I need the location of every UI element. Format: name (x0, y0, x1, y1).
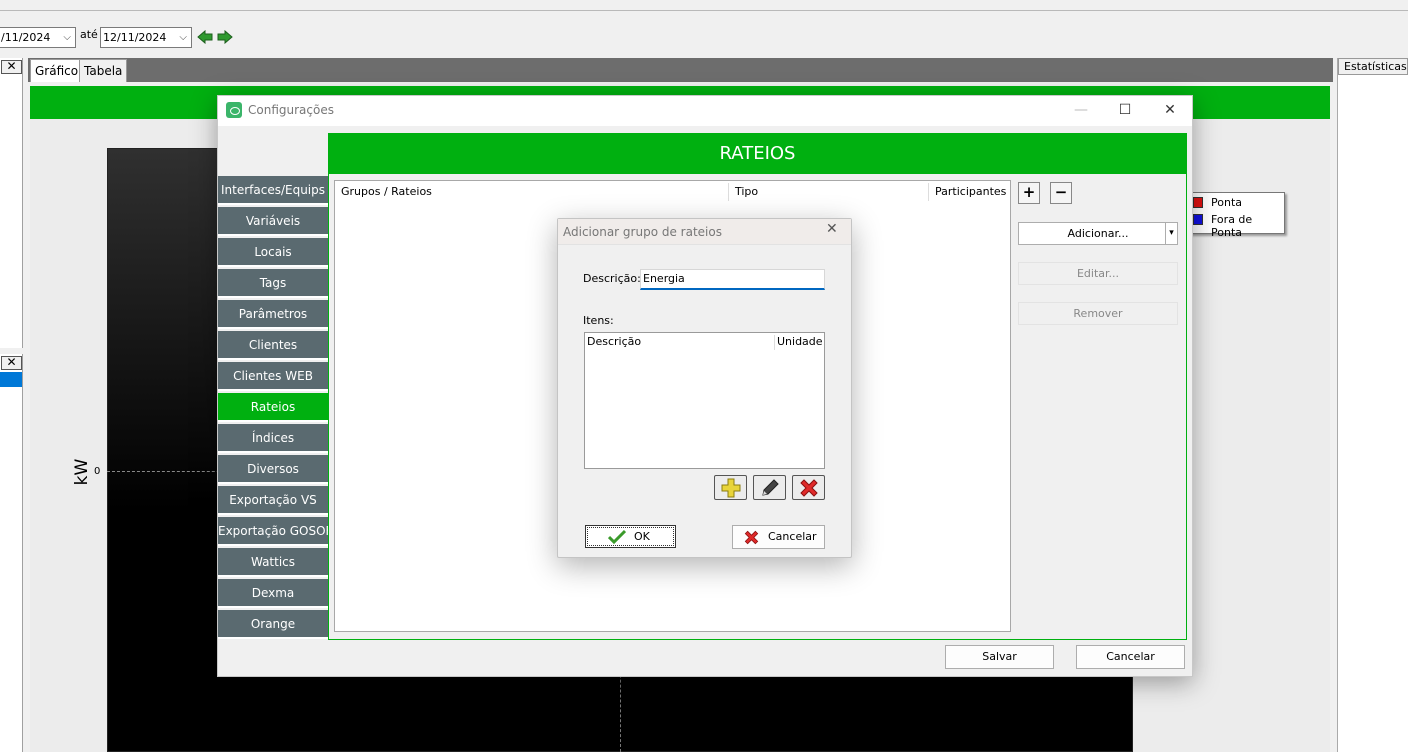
dialog-title: Adicionar grupo de rateios (563, 225, 722, 239)
maximize-button[interactable]: ☐ (1105, 100, 1145, 122)
nav-item[interactable]: Interfaces/Equips (218, 176, 328, 205)
left-panel-bottom (0, 354, 23, 752)
window-titlebar: Configurações — ☐ ✕ (218, 96, 1192, 126)
collapse-all-button[interactable]: − (1050, 182, 1072, 204)
arrow-left-icon[interactable] (197, 30, 213, 44)
legend-swatch-fora-de-ponta (1193, 214, 1203, 225)
nav-item[interactable]: Rateios (218, 393, 328, 422)
column-header-participantes[interactable]: Participantes (929, 183, 1009, 201)
nav-item[interactable]: Locais (218, 238, 328, 267)
chart-legend: Ponta Fora de Ponta (1186, 192, 1285, 239)
minimize-button[interactable]: — (1061, 100, 1101, 122)
column-header-grupos[interactable]: Grupos / Rateios (335, 183, 729, 201)
chevron-down-icon[interactable]: ⌵ (63, 28, 71, 47)
selected-row[interactable] (0, 372, 22, 387)
dialog-cancel-label: Cancelar (768, 530, 817, 543)
nav-item[interactable]: Clientes (218, 331, 328, 360)
nav-item[interactable]: Wattics (218, 548, 328, 577)
chevron-down-icon[interactable]: ⌵ (179, 28, 187, 47)
nav-item[interactable]: Índices (218, 424, 328, 453)
window-title: Configurações (248, 103, 334, 117)
nav-item[interactable]: Clientes WEB (218, 362, 328, 391)
delete-item-button[interactable] (792, 475, 825, 500)
nav-item[interactable]: Exportação VS (218, 486, 328, 515)
column-header-unidade[interactable]: Unidade (777, 335, 823, 350)
ok-button[interactable]: OK (585, 525, 676, 548)
column-header-descricao[interactable]: Descrição (587, 335, 775, 350)
stats-panel (1337, 58, 1408, 752)
red-x-icon (744, 530, 759, 545)
descricao-input[interactable]: Energia (640, 269, 825, 290)
top-separator (0, 10, 1408, 11)
date-to-picker[interactable]: 12/11/2024 ⌵ (100, 27, 192, 48)
plus-icon (721, 478, 740, 498)
dialog-titlebar: Adicionar grupo de rateios ✕ (558, 219, 851, 245)
close-panel-button[interactable]: ✕ (1, 60, 22, 74)
nav-item[interactable]: Variáveis (218, 207, 328, 236)
expand-all-button[interactable]: + (1018, 182, 1040, 204)
legend-swatch-ponta (1193, 197, 1203, 208)
pencil-icon (761, 479, 779, 496)
nav-item[interactable]: Exportação GOSOFT (218, 517, 328, 546)
y-tick-label: 0 (94, 466, 101, 477)
remove-button[interactable]: Remover (1018, 302, 1178, 325)
close-dialog-button[interactable]: ✕ (826, 221, 838, 237)
nav-item[interactable]: Tags (218, 269, 328, 298)
red-x-icon (799, 479, 818, 497)
checkmark-icon (608, 529, 626, 545)
edit-button[interactable]: Editar... (1018, 262, 1178, 285)
left-panel-top (0, 58, 23, 348)
minus-box-icon: − (1054, 183, 1068, 201)
close-panel-button[interactable]: ✕ (1, 356, 22, 370)
nav-item[interactable]: Parâmetros (218, 300, 328, 329)
legend-label-ponta: Ponta (1211, 196, 1242, 209)
descricao-label: Descrição: (583, 272, 641, 285)
date-from-picker[interactable]: /11/2024 ⌵ (0, 27, 76, 48)
arrow-right-icon[interactable] (217, 30, 233, 44)
legend-label-fora-de-ponta: Fora de Ponta (1211, 213, 1253, 239)
app-eye-icon (226, 102, 242, 118)
ok-button-label: OK (634, 530, 650, 543)
add-group-dialog: Adicionar grupo de rateios ✕ Descrição: … (557, 218, 852, 558)
nav-item[interactable]: Dexma (218, 579, 328, 608)
date-to-value: 12/11/2024 (103, 31, 167, 44)
add-item-button[interactable] (714, 475, 747, 500)
add-button-label: Adicionar... (1067, 227, 1129, 240)
section-header: RATEIOS (328, 133, 1187, 174)
save-button[interactable]: Salvar (945, 645, 1054, 669)
tab-tabela[interactable]: Tabela (79, 59, 128, 82)
itens-grid[interactable]: Descrição Unidade (584, 332, 825, 469)
itens-label: Itens: (583, 314, 614, 327)
nav-item[interactable]: Diversos (218, 455, 328, 484)
edit-item-button[interactable] (753, 475, 786, 500)
ate-label: até (80, 28, 98, 41)
chevron-down-icon[interactable]: ▾ (1165, 223, 1177, 244)
close-window-button[interactable]: ✕ (1150, 100, 1190, 122)
nav-item[interactable]: Orange (218, 610, 328, 639)
date-from-value: /11/2024 (1, 31, 51, 44)
tab-estatisticas[interactable]: Estatísticas (1338, 58, 1408, 75)
dialog-cancel-button[interactable]: Cancelar (732, 525, 825, 549)
column-header-tipo[interactable]: Tipo (729, 183, 929, 201)
add-button[interactable]: Adicionar... ▾ (1018, 222, 1178, 245)
cancel-button[interactable]: Cancelar (1076, 645, 1185, 669)
view-tabstrip (28, 58, 1333, 82)
tab-grafico[interactable]: Gráfico (30, 59, 84, 82)
plus-box-icon: + (1022, 183, 1036, 201)
y-axis-label: kW (72, 458, 92, 486)
